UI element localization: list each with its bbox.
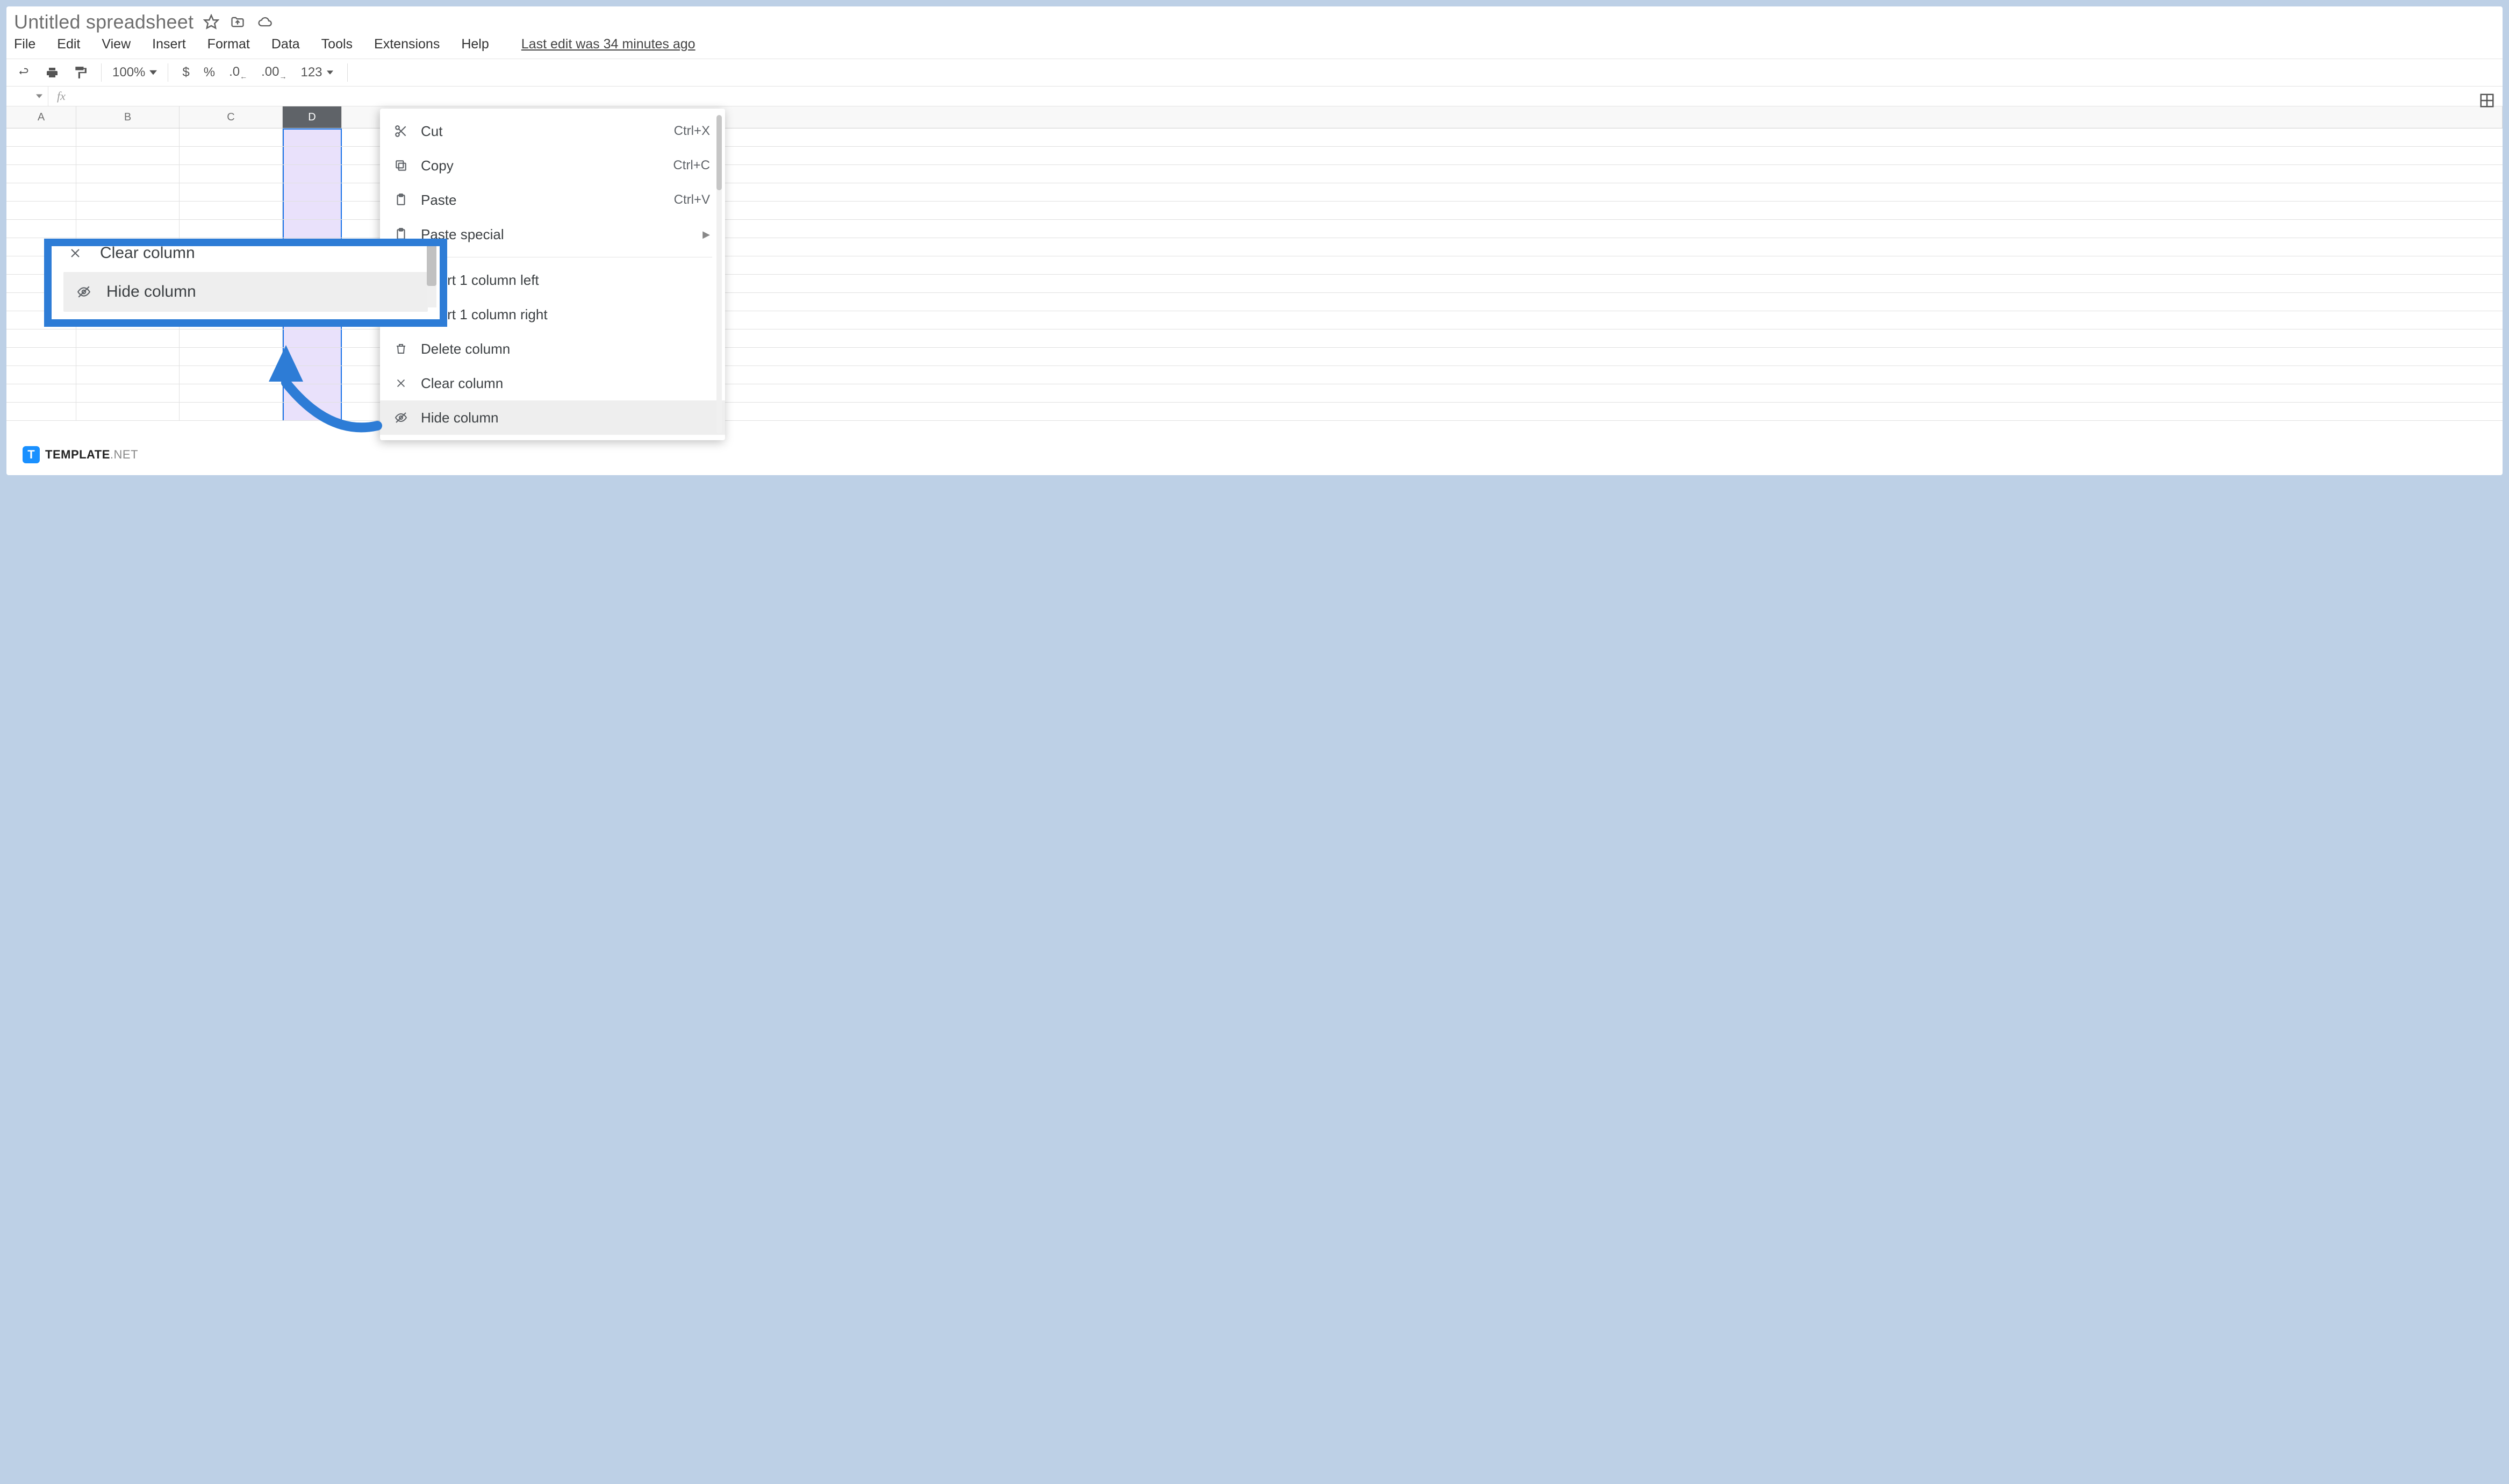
context-cut-shortcut: Ctrl+X [674, 124, 710, 139]
eye-off-icon [75, 285, 95, 299]
column-header-c[interactable]: C [180, 106, 283, 128]
formula-bar: fx [6, 87, 2503, 106]
name-box[interactable] [6, 87, 48, 106]
context-clear-column-label: Clear column [421, 375, 710, 392]
decrease-decimal[interactable]: .0← [226, 63, 250, 82]
context-paste[interactable]: Paste Ctrl+V [380, 183, 725, 217]
zoom-dropdown[interactable]: 100% [112, 65, 157, 80]
callout-clear-column-label: Clear column [100, 244, 195, 262]
context-delete-column[interactable]: Delete column [380, 332, 725, 366]
menu-tools[interactable]: Tools [321, 37, 353, 52]
menu-format[interactable]: Format [207, 37, 250, 52]
column-header-d-selected[interactable]: D [283, 106, 342, 128]
callout-scrollbar[interactable] [427, 239, 436, 307]
last-edit-link[interactable]: Last edit was 34 minutes ago [521, 37, 696, 52]
x-icon [69, 247, 88, 260]
menu-view[interactable]: View [102, 37, 131, 52]
context-paste-label: Paste [421, 192, 663, 209]
context-paste-shortcut: Ctrl+V [674, 192, 710, 207]
context-paste-special-label: Paste special [421, 226, 692, 243]
callout-hide-column[interactable]: Hide column [63, 272, 428, 312]
clipboard-icon [392, 193, 410, 207]
copy-icon [392, 159, 410, 173]
context-insert-right-label: Insert 1 column right [421, 306, 710, 323]
context-hide-column[interactable]: Hide column [380, 400, 725, 435]
callout-hide-column-label: Hide column [106, 283, 196, 301]
move-icon[interactable] [229, 15, 246, 30]
document-title[interactable]: Untitled spreadsheet [14, 11, 193, 33]
menu-edit[interactable]: Edit [57, 37, 80, 52]
submenu-caret-icon: ▶ [702, 229, 710, 240]
brand-badge: T [23, 446, 40, 463]
format-currency[interactable]: $ [179, 64, 192, 81]
menu-data[interactable]: Data [271, 37, 300, 52]
context-hide-column-label: Hide column [421, 410, 710, 426]
toolbar: 100% $ % .0← .00→ 123 [6, 59, 2503, 87]
callout-box: Clear column Hide column [44, 239, 447, 327]
brand-suffix: .NET [110, 448, 138, 461]
column-header-b[interactable]: B [76, 106, 180, 128]
context-delete-column-label: Delete column [421, 341, 710, 357]
context-cut-label: Cut [421, 123, 663, 140]
increase-decimal[interactable]: .00→ [258, 63, 290, 82]
cloud-icon[interactable] [256, 15, 274, 30]
menu-extensions[interactable]: Extensions [374, 37, 440, 52]
redo-icon[interactable] [14, 66, 34, 80]
column-header-a[interactable]: A [6, 106, 76, 128]
context-scrollbar[interactable] [716, 115, 722, 434]
print-icon[interactable] [42, 65, 62, 80]
context-copy[interactable]: Copy Ctrl+C [380, 148, 725, 183]
separator [101, 63, 102, 82]
menu-file[interactable]: File [14, 37, 35, 52]
trash-icon [392, 342, 410, 356]
borders-icon[interactable] [2479, 92, 2495, 109]
context-cut[interactable]: Cut Ctrl+X [380, 114, 725, 148]
x-icon [392, 377, 410, 389]
context-insert-left-label: Insert 1 column left [421, 272, 710, 289]
eye-off-icon [392, 411, 410, 424]
separator [347, 63, 348, 82]
format-percent[interactable]: % [200, 64, 218, 81]
scissors-icon [392, 124, 410, 138]
paint-format-icon[interactable] [70, 64, 90, 81]
fx-label: fx [48, 89, 74, 103]
title-bar: Untitled spreadsheet [6, 6, 2503, 35]
context-clear-column[interactable]: Clear column [380, 366, 725, 400]
brand-name: TEMPLATE [45, 448, 110, 461]
zoom-value: 100% [112, 65, 145, 80]
app-frame: Untitled spreadsheet File Edit View Inse… [6, 6, 2503, 475]
callout-arrow-icon [254, 324, 393, 442]
menu-help[interactable]: Help [461, 37, 489, 52]
brand-logo: T TEMPLATE.NET [23, 446, 138, 463]
star-icon[interactable] [203, 14, 219, 30]
callout-clear-column[interactable]: Clear column [69, 239, 428, 272]
menu-insert[interactable]: Insert [152, 37, 186, 52]
formula-input[interactable] [74, 87, 2503, 106]
context-copy-shortcut: Ctrl+C [673, 158, 710, 173]
more-formats[interactable]: 123 [297, 64, 336, 81]
context-copy-label: Copy [421, 157, 662, 174]
menu-bar: File Edit View Insert Format Data Tools … [6, 35, 2503, 59]
